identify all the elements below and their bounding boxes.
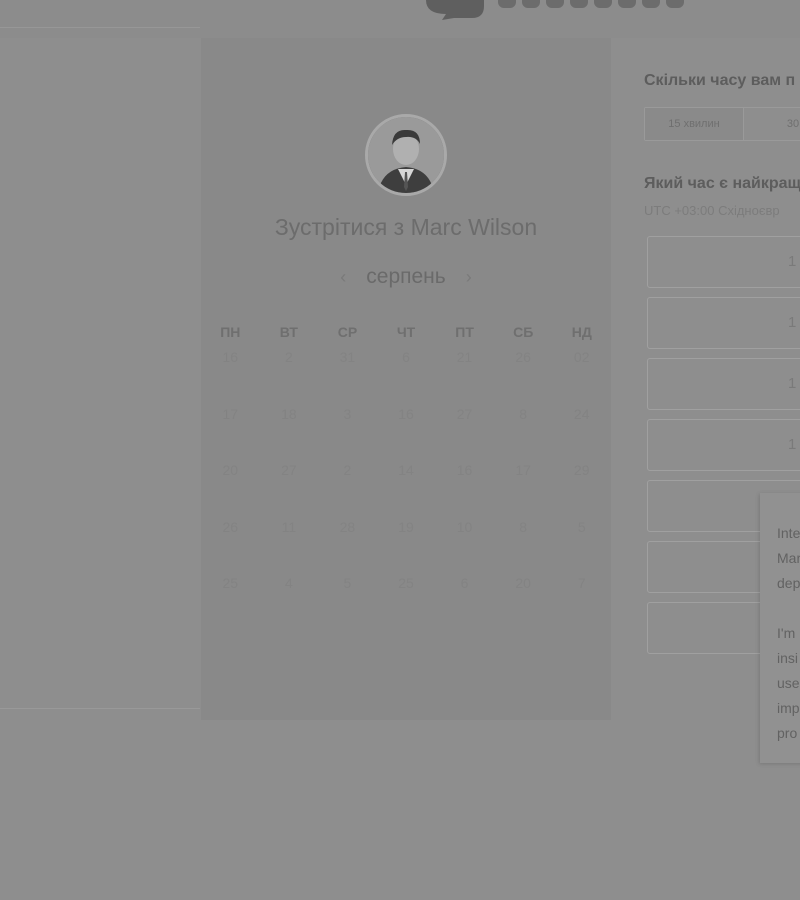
- calendar-day: 18: [281, 405, 297, 422]
- calendar-day: 16: [398, 405, 414, 422]
- popup-text-line: use: [777, 675, 800, 691]
- chevron-right-icon[interactable]: ›: [462, 267, 476, 288]
- weekday-label: СБ: [513, 324, 534, 340]
- month-label: серпень: [366, 265, 446, 288]
- calendar-day: 17: [515, 462, 531, 478]
- calendar-day: 10: [456, 518, 473, 535]
- chevron-left-icon[interactable]: ‹: [336, 267, 350, 288]
- popup-text-line: I'm: [777, 625, 796, 641]
- weekday-label: СР: [337, 324, 358, 340]
- calendar-day: 26: [222, 518, 239, 535]
- time-slot-label: 1: [788, 436, 797, 453]
- duration-option-30[interactable]: 30: [744, 108, 800, 140]
- calendar-day: 31: [339, 349, 356, 365]
- calendar-day: 27: [456, 405, 473, 422]
- calendar-day: 11: [281, 518, 297, 535]
- weekday-label: ПТ: [455, 324, 474, 340]
- calendar-day: 21: [456, 349, 473, 365]
- calendar-day: 5: [577, 518, 586, 535]
- weekday-label: ПН: [220, 324, 241, 340]
- weekday-label: ЧТ: [396, 324, 416, 340]
- popup-text-line: insi: [777, 650, 799, 666]
- calendar-day: 16: [456, 462, 473, 478]
- popup-text-line: imp: [777, 700, 800, 716]
- time-slot[interactable]: 1: [647, 419, 800, 471]
- weekday-header: ПН ВТ СР ЧТ ПТ СБ НД: [201, 324, 611, 340]
- duration-selector: 15 хвилин 30: [644, 107, 800, 141]
- calendar-day: 3: [343, 405, 352, 422]
- calendar-day: 5: [343, 575, 352, 591]
- avatar: [365, 114, 447, 196]
- calendar-panel: Зустрітися з Marc Wilson ‹ серпень › ПН …: [201, 38, 611, 720]
- calendar-day: 19: [398, 518, 414, 535]
- calendar-day: 20: [515, 575, 531, 591]
- calendar-day: 7: [577, 575, 586, 591]
- meeting-title: Зустрітися з Marc Wilson: [274, 214, 538, 240]
- time-slot-label: 1: [788, 253, 797, 270]
- calendar-day: 6: [402, 349, 410, 365]
- duration-question: Скільки часу вам п: [644, 72, 796, 89]
- popup-text-line: dep: [777, 575, 800, 591]
- host-photo: [368, 117, 444, 193]
- time-slot[interactable]: 1: [647, 297, 800, 349]
- calendar-day: 25: [398, 575, 414, 591]
- left-column: [0, 38, 200, 720]
- weekday-label: НД: [571, 324, 592, 340]
- calendar-day: 8: [519, 518, 528, 535]
- duration-option-15[interactable]: 15 хвилин: [645, 108, 744, 140]
- calendar-day: 2: [343, 462, 352, 478]
- left-column-divider: [0, 708, 200, 709]
- calendar-day: 8: [519, 405, 528, 422]
- weekday-label: ВТ: [279, 324, 298, 340]
- host-info-popup: Inte Mar dep I'm insi use imp pro: [760, 493, 800, 763]
- timezone-label[interactable]: UTC +03:00 Східноєвр: [644, 203, 780, 218]
- popup-text-line: Mar: [777, 550, 800, 566]
- calendar-day: 27: [281, 462, 297, 478]
- calendar-day: 28: [339, 518, 356, 535]
- time-slot[interactable]: 1: [647, 236, 800, 288]
- calendar-grid: 16 2 31 6 21 26 02 17 18 3 16 27 8 24 20…: [201, 347, 611, 630]
- header-divider: [0, 27, 200, 28]
- calendar-day: 16: [222, 349, 239, 365]
- calendar-day: 2: [284, 349, 293, 365]
- calendar-day: 20: [222, 462, 239, 478]
- time-question: Який час є найкращ: [644, 175, 800, 192]
- month-navigation: ‹ серпень ›: [201, 264, 611, 290]
- calendar-day: 29: [573, 462, 590, 478]
- time-slot[interactable]: 1: [647, 358, 800, 410]
- popup-text-line: Inte: [777, 525, 800, 541]
- time-slot-label: 1: [788, 375, 797, 392]
- calendar-day: 6: [460, 575, 469, 591]
- top-header: [0, 0, 800, 38]
- calendar-day: 02: [573, 349, 590, 365]
- calendar-day: 14: [398, 462, 414, 478]
- calendar-day: 25: [222, 575, 239, 591]
- time-slot-label: 1: [788, 314, 797, 331]
- scheduling-page: Зустрітися з Marc Wilson ‹ серпень › ПН …: [0, 0, 800, 900]
- popup-text-line: pro: [777, 725, 798, 741]
- calendar-day: 17: [222, 405, 239, 422]
- calendar-day: 24: [573, 405, 590, 422]
- calendar-day: 4: [284, 575, 293, 591]
- logo-wordmark: [498, 0, 728, 10]
- chat-bubble-icon: [426, 0, 484, 20]
- calendar-day: 26: [515, 349, 531, 365]
